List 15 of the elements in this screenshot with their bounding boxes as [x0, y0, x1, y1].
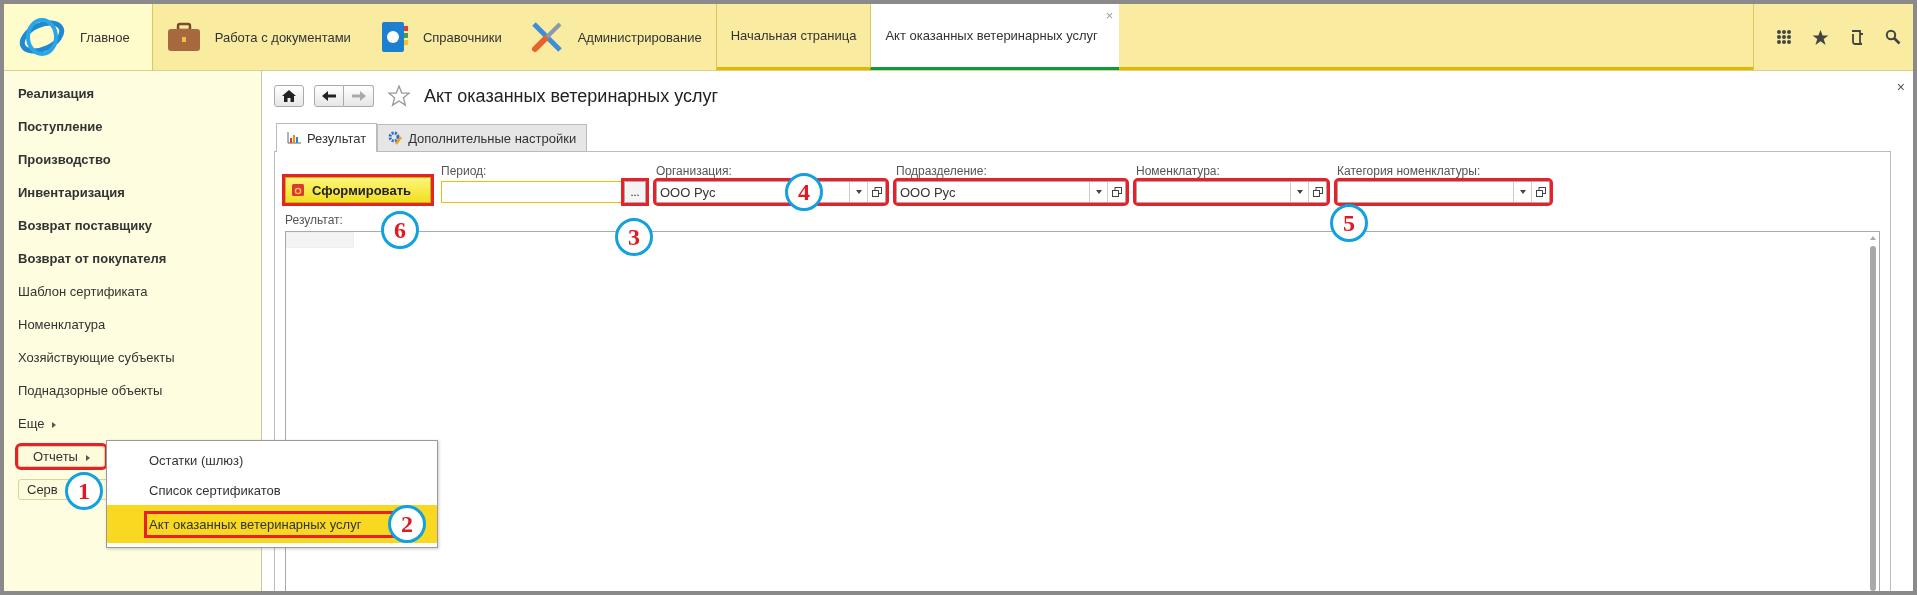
field-label: Период: — [441, 164, 488, 178]
callout-marker: 5 — [1330, 204, 1368, 242]
field-label: Организация: — [656, 164, 733, 178]
callout-marker: 3 — [615, 218, 653, 256]
menu-item-label: Остатки (шлюз) — [148, 451, 245, 470]
callout-marker: 2 — [388, 505, 426, 543]
callout-marker: 1 — [65, 472, 103, 510]
form-title: Акт оказанных ветеринарных услуг — [424, 85, 719, 107]
callout-marker: 4 — [785, 173, 823, 211]
menu-item-label: Список сертификатов — [148, 481, 282, 500]
field-label: Подразделение: — [896, 164, 988, 178]
callout-marker: 6 — [381, 211, 419, 249]
field-label: Категория номенклатуры: — [1337, 164, 1482, 178]
field-label: Номенклатура: — [1136, 164, 1221, 178]
result-label: Результат: — [285, 213, 343, 227]
